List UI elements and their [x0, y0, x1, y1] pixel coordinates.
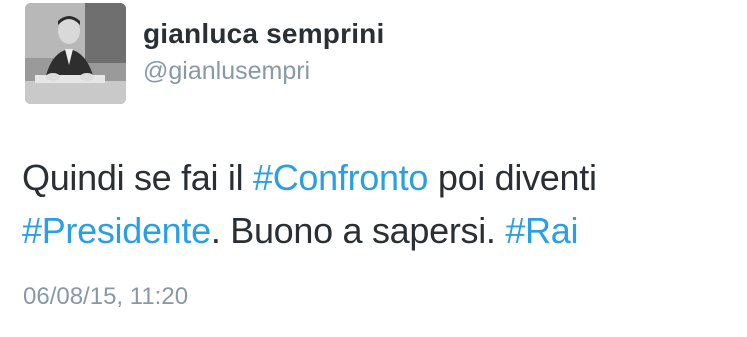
tweet-text-segment: poi diventi — [428, 157, 597, 198]
avatar-photo — [25, 3, 126, 104]
hashtag-confronto-link[interactable]: #Confronto — [253, 157, 428, 198]
display-name[interactable]: gianluca semprini — [143, 18, 384, 50]
hashtag-rai-link[interactable]: #Rai — [505, 210, 578, 251]
hashtag-presidente-link[interactable]: #Presidente — [22, 210, 211, 251]
user-handle[interactable]: @gianlusempri — [143, 57, 310, 86]
tweet-timestamp[interactable]: 06/08/15, 11:20 — [23, 283, 188, 311]
tweet-text-segment: . Buono a sapersi. — [210, 210, 506, 251]
tweet-text: Quindi se fai il #Confronto poi diventi #… — [22, 151, 722, 257]
tweet-text-segment: Quindi se fai il — [22, 157, 254, 198]
avatar[interactable] — [25, 3, 126, 104]
